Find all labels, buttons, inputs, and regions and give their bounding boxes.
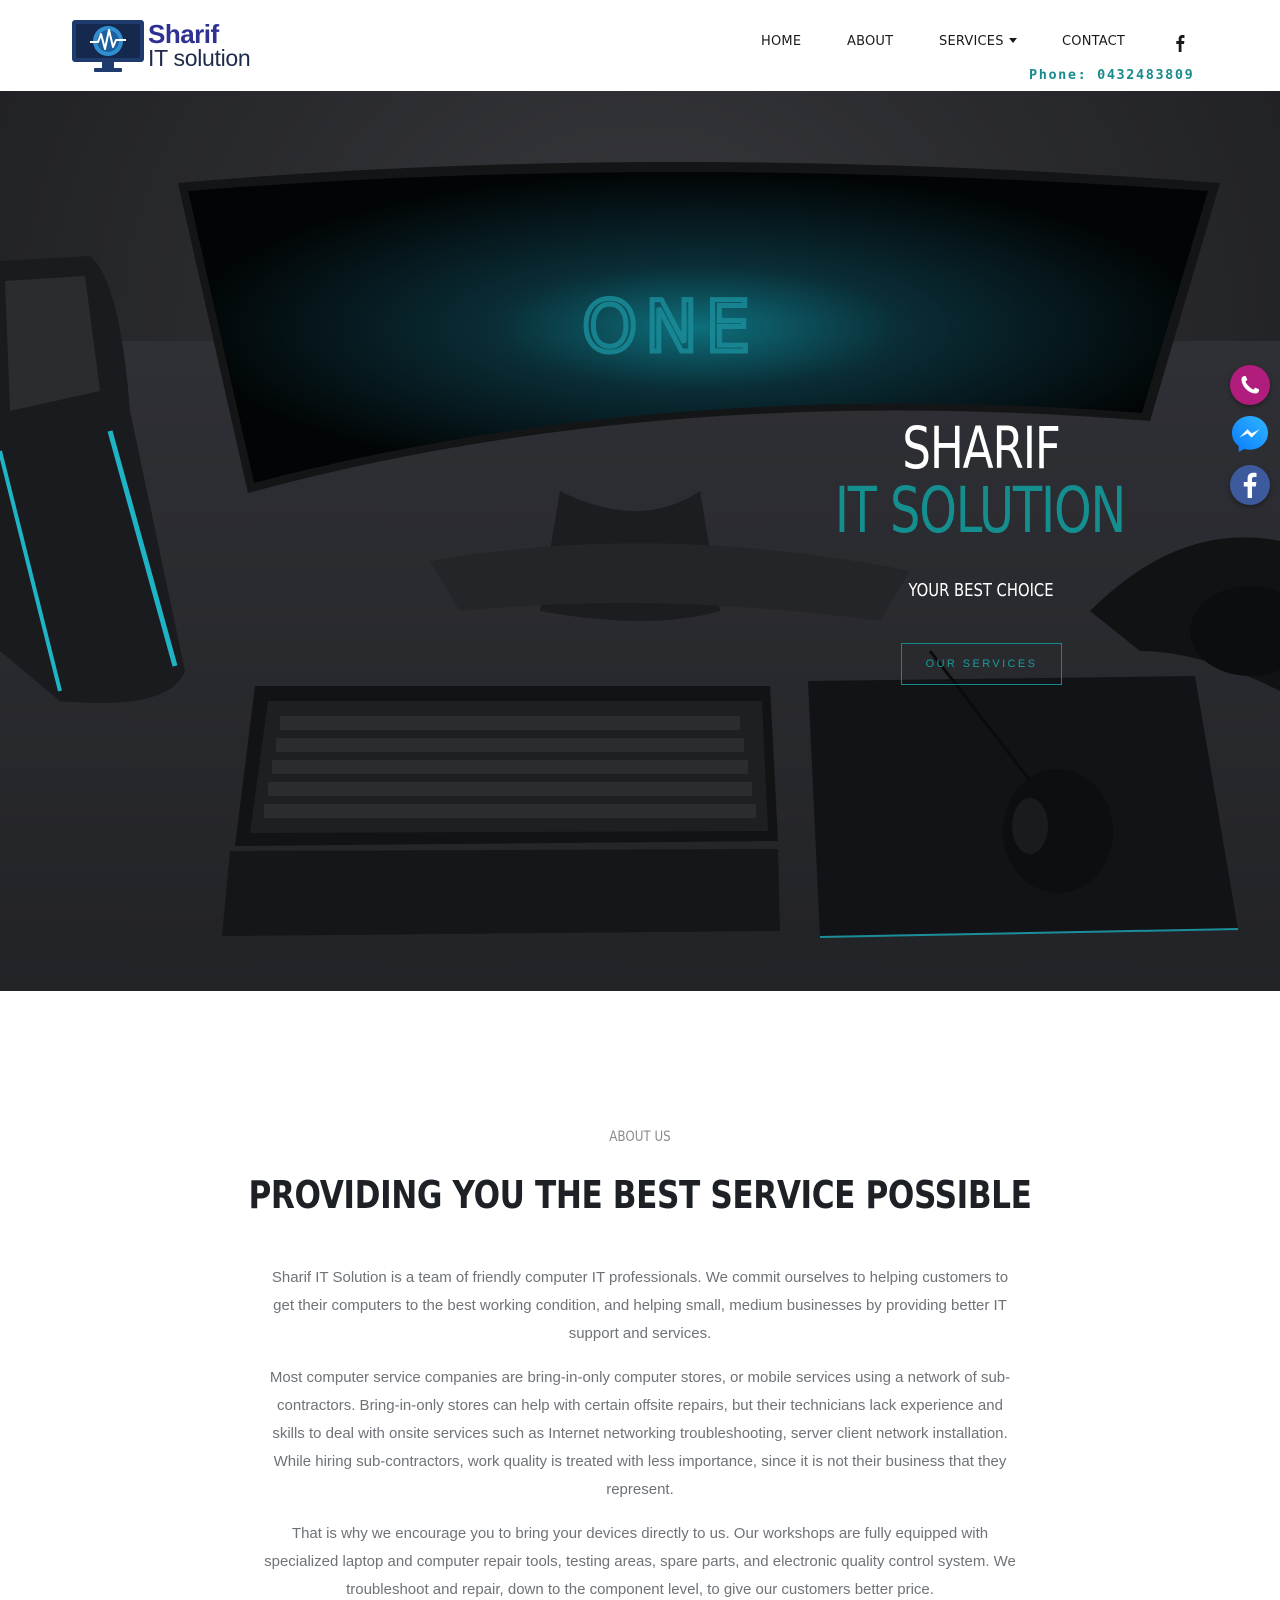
hero-tagline: YOUR BEST CHOICE bbox=[908, 580, 1054, 601]
nav-about[interactable]: ABOUT bbox=[847, 34, 893, 49]
nav-services-label: SERVICES bbox=[939, 34, 1004, 49]
about-paragraph: Sharif IT Solution is a team of friendly… bbox=[271, 1269, 1009, 1342]
messenger-icon bbox=[1232, 416, 1268, 452]
about-eyebrow: ABOUT US bbox=[609, 1129, 671, 1145]
floating-call-button[interactable] bbox=[1230, 365, 1270, 405]
about-body: Sharif IT Solution is a team of friendly… bbox=[262, 1264, 1018, 1600]
svg-text:ONE: ONE bbox=[582, 286, 758, 368]
main-nav: HOME ABOUT SERVICES CONTACT bbox=[0, 34, 1280, 56]
site-header: Sharif IT solution HOME ABOUT SERVICES C… bbox=[0, 0, 1280, 91]
floating-messenger-button[interactable] bbox=[1230, 414, 1270, 454]
hero-banner: ONE SHARIF IT SOLUTION YOUR BEST CHOICE … bbox=[0, 91, 1280, 991]
facebook-icon[interactable] bbox=[1172, 33, 1188, 53]
nav-services[interactable]: SERVICES bbox=[939, 34, 1017, 49]
phone-icon bbox=[1241, 376, 1259, 394]
floating-facebook-button[interactable] bbox=[1230, 465, 1270, 505]
about-heading: PROVIDING YOU THE BEST SERVICE POSSIBLE bbox=[248, 1173, 1032, 1217]
our-services-button[interactable]: OUR SERVICES bbox=[901, 643, 1062, 685]
hero-title-line2: IT SOLUTION bbox=[834, 474, 1126, 547]
about-paragraph: That is why we encourage you to bring yo… bbox=[264, 1525, 1016, 1598]
header-phone[interactable]: Phone: 0432483809 bbox=[1029, 67, 1194, 83]
about-paragraph: Most computer service companies are brin… bbox=[269, 1369, 1011, 1498]
facebook-icon bbox=[1243, 472, 1257, 498]
hero-title-line1: SHARIF bbox=[902, 414, 1061, 482]
nav-contact[interactable]: CONTACT bbox=[1062, 34, 1125, 49]
chevron-down-icon bbox=[1008, 38, 1017, 43]
nav-home[interactable]: HOME bbox=[761, 34, 801, 49]
